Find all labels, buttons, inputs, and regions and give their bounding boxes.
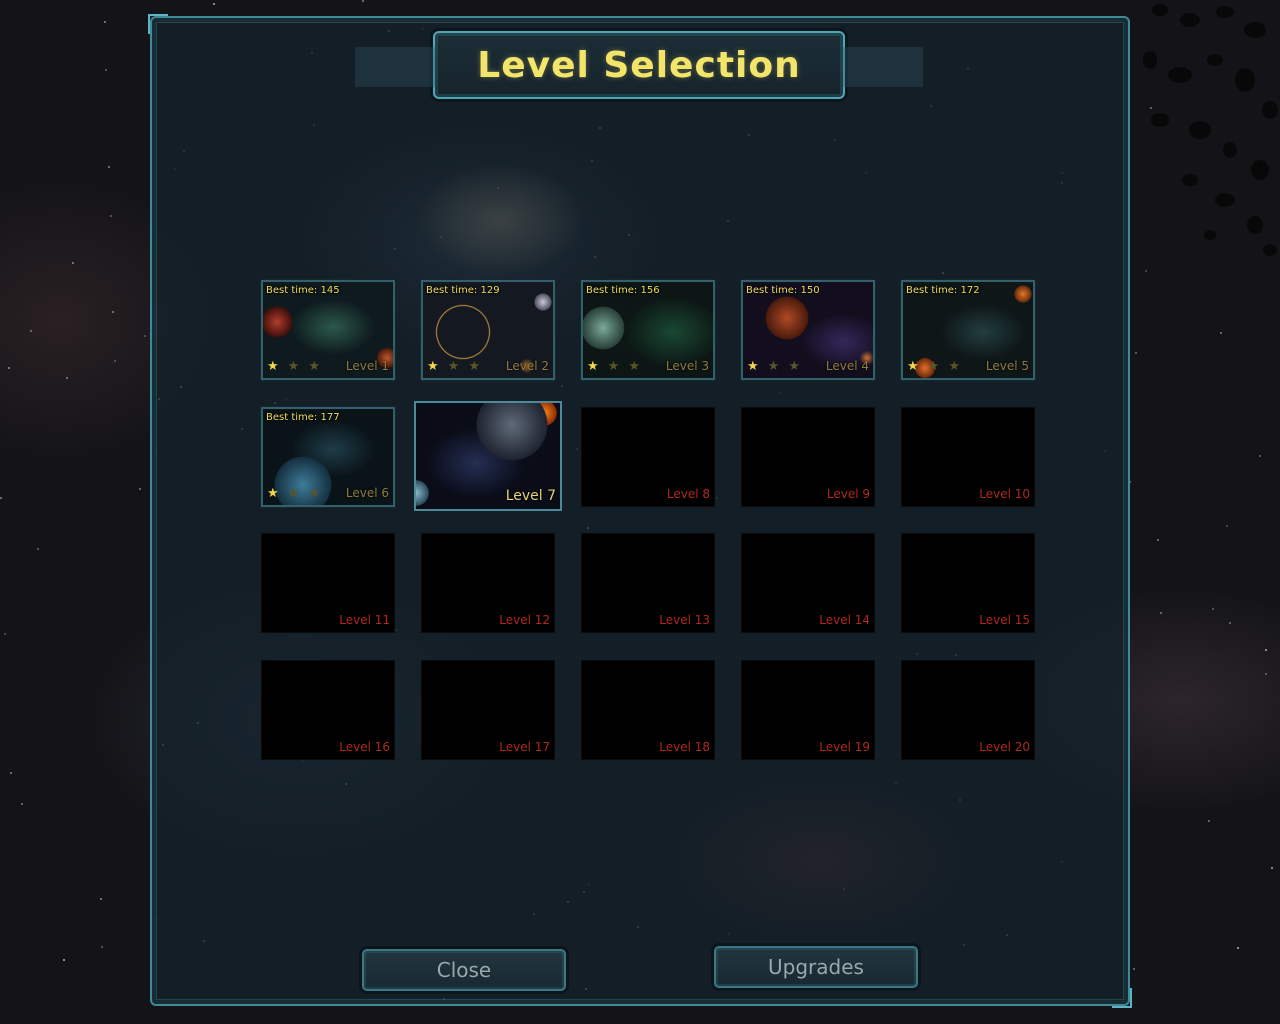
star-filled-icon: ★ [267,486,279,501]
level-tile-1[interactable]: Best time: 145 ★ ★ ★ Level 1 [261,280,395,380]
level-tile-2[interactable]: Best time: 129 ★ ★ ★ Level 2 [421,280,555,380]
level-label: Level 5 [985,359,1029,373]
level-label: Level 2 [505,359,549,373]
level-label: Level 8 [666,487,710,501]
star-filled-icon: ★ [747,359,759,374]
level-label: Level 20 [979,740,1030,754]
star-filled-icon: ★ [427,359,439,374]
title-banner: Level Selection [355,31,923,99]
level-label: Level 1 [345,359,389,373]
level-label: Level 11 [339,613,390,627]
level-tile-14: Level 14 [741,533,875,633]
level-tile-8: Level 8 [581,407,715,507]
star-empty-icon: ★ [607,359,620,374]
star-rating: ★ ★ ★ [267,487,320,500]
star-empty-icon: ★ [447,359,460,374]
level-selection-panel [148,14,1132,1008]
star-empty-icon: ★ [788,359,800,374]
level-label: Level 15 [979,613,1030,627]
best-time-label: Best time: 150 [746,285,820,296]
level-tile-11: Level 11 [261,533,395,633]
best-time-label: Best time: 145 [266,285,340,296]
level-label: Level 3 [665,359,709,373]
star-empty-icon: ★ [767,359,780,374]
best-time-label: Best time: 156 [586,285,660,296]
level-tile-18: Level 18 [581,660,715,760]
level-tile-5[interactable]: Best time: 172 ★ ★ ★ Level 5 [901,280,1035,380]
level-tile-7[interactable]: Level 7 [414,401,562,511]
page-title: Level Selection [477,44,801,86]
level-label: Level 13 [659,613,710,627]
star-empty-icon: ★ [308,486,320,501]
star-rating: ★ ★ ★ [907,360,960,373]
level-tile-16: Level 16 [261,660,395,760]
star-empty-icon: ★ [308,359,320,374]
star-empty-icon: ★ [468,359,480,374]
level-label: Level 7 [505,488,556,504]
level-tile-10: Level 10 [901,407,1035,507]
star-rating: ★ ★ ★ [587,360,640,373]
star-filled-icon: ★ [907,359,919,374]
level-tile-4[interactable]: Best time: 150 ★ ★ ★ Level 4 [741,280,875,380]
star-empty-icon: ★ [287,359,300,374]
star-rating: ★ ★ ★ [267,360,320,373]
level-label: Level 4 [825,359,869,373]
best-time-label: Best time: 177 [266,412,340,423]
level-tile-3[interactable]: Best time: 156 ★ ★ ★ Level 3 [581,280,715,380]
star-rating: ★ ★ ★ [747,360,800,373]
star-empty-icon: ★ [287,486,300,501]
level-tile-19: Level 19 [741,660,875,760]
level-tile-9: Level 9 [741,407,875,507]
star-empty-icon: ★ [948,359,960,374]
level-tile-6[interactable]: Best time: 177 ★ ★ ★ Level 6 [261,407,395,507]
level-tile-13: Level 13 [581,533,715,633]
level-label: Level 12 [499,613,550,627]
upgrades-button[interactable]: Upgrades [714,946,918,988]
star-rating: ★ ★ ★ [427,360,480,373]
level-tile-20: Level 20 [901,660,1035,760]
close-button[interactable]: Close [362,949,566,991]
level-tile-12: Level 12 [421,533,555,633]
level-label: Level 17 [499,740,550,754]
best-time-label: Best time: 129 [426,285,500,296]
level-tile-17: Level 17 [421,660,555,760]
level-label: Level 19 [819,740,870,754]
level-tile-15: Level 15 [901,533,1035,633]
level-label: Level 10 [979,487,1030,501]
level-label: Level 14 [819,613,870,627]
star-filled-icon: ★ [587,359,599,374]
asteroid-field-decoration [1143,4,1278,256]
level-label: Level 16 [339,740,390,754]
level-label: Level 18 [659,740,710,754]
star-empty-icon: ★ [927,359,940,374]
best-time-label: Best time: 172 [906,285,980,296]
star-empty-icon: ★ [628,359,640,374]
star-filled-icon: ★ [267,359,279,374]
level-label: Level 9 [826,487,870,501]
level-label: Level 6 [345,486,389,500]
